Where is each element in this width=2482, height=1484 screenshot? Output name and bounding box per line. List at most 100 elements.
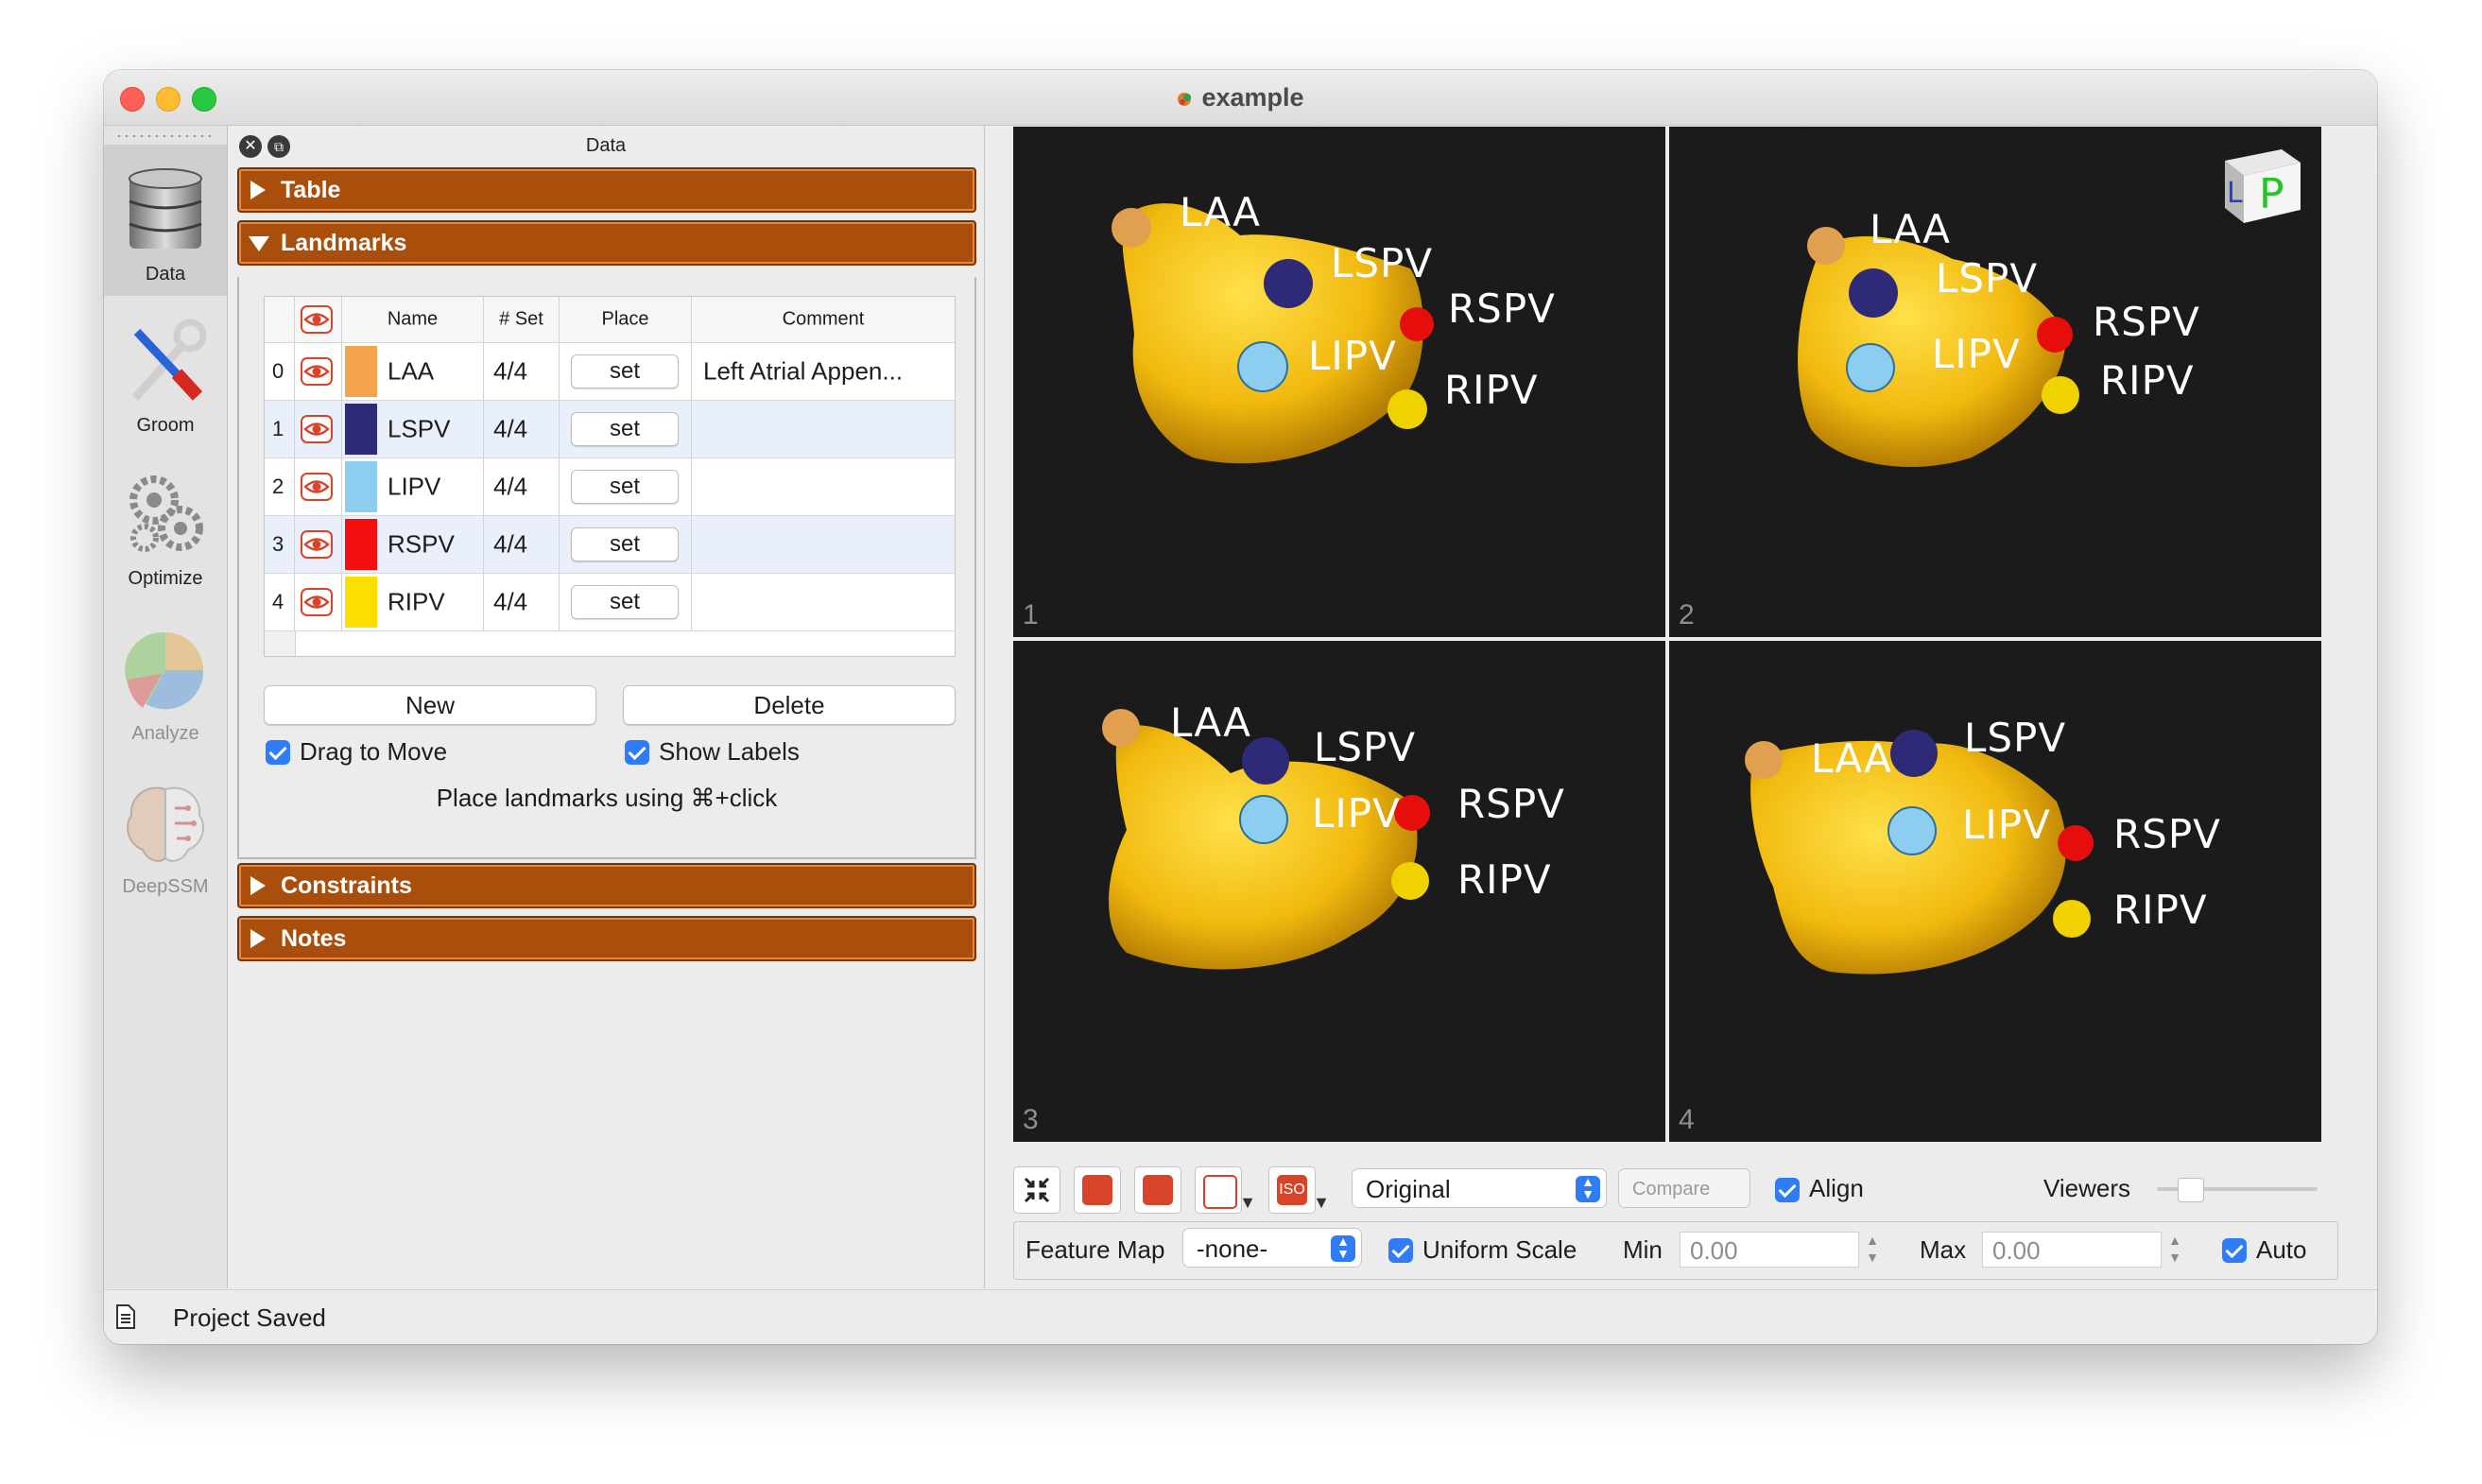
eye-icon — [1203, 1175, 1237, 1209]
viewer-4[interactable]: LAA LSPV RSPV LIPV RIPV 4 — [1669, 641, 2321, 1142]
visibility-header[interactable] — [295, 297, 342, 342]
table-row[interactable]: 2 LIPV 4/4 set — [265, 458, 955, 516]
feature-map-value: -none- — [1197, 1234, 1268, 1263]
auto-checkbox[interactable] — [2222, 1238, 2247, 1263]
eye-icon — [301, 305, 333, 334]
show-labels-checkbox[interactable] — [625, 740, 649, 765]
landmark-ripv-marker — [2042, 376, 2079, 414]
name-cell[interactable]: LIPV — [342, 458, 484, 515]
document-icon[interactable] — [115, 1303, 136, 1330]
landmark-lipv-marker — [1887, 806, 1937, 855]
name-cell[interactable]: RIPV — [342, 574, 484, 630]
viewers-slider-handle[interactable] — [2178, 1178, 2204, 1202]
color-swatch[interactable] — [345, 461, 377, 512]
viewer-index: 1 — [1023, 599, 1039, 630]
drag-to-move-checkbox[interactable] — [266, 740, 290, 765]
delete-landmark-button[interactable]: Delete — [623, 685, 956, 725]
place-set-button[interactable]: set — [571, 354, 679, 388]
place-set-button[interactable]: set — [571, 527, 679, 561]
comment-header[interactable]: Comment — [692, 297, 955, 342]
viewer-grid[interactable]: LAA LSPV RSPV LIPV RIPV 1 LAA LSPV RSPV … — [1013, 127, 2336, 1166]
visibility-cell[interactable] — [295, 516, 342, 573]
max-spinner-icon[interactable]: ▲ ▼ — [2165, 1232, 2184, 1268]
name-cell[interactable]: LAA — [342, 343, 484, 400]
color-swatch[interactable] — [345, 404, 377, 455]
color-swatch[interactable] — [345, 519, 377, 570]
uniform-scale-checkbox[interactable] — [1388, 1238, 1413, 1263]
name-cell[interactable]: LSPV — [342, 401, 484, 457]
new-landmark-button[interactable]: New — [264, 685, 596, 725]
place-header[interactable]: Place — [560, 297, 692, 342]
align-checkbox[interactable] — [1775, 1178, 1800, 1202]
module-data[interactable]: Data — [104, 145, 227, 296]
max-value-field[interactable]: 0.00 — [1982, 1232, 2162, 1268]
uniform-scale-label: Uniform Scale — [1422, 1235, 1577, 1264]
section-landmarks[interactable]: Landmarks — [237, 220, 976, 266]
comment-cell[interactable]: Left Atrial Appen... — [692, 343, 955, 400]
min-spinner-icon[interactable]: ▲ ▼ — [1863, 1232, 1882, 1268]
visibility-cell[interactable] — [295, 401, 342, 457]
place-set-button[interactable]: set — [571, 412, 679, 446]
feature-map-select[interactable]: -none- ▲ ▼ — [1182, 1228, 1362, 1268]
visibility-cell[interactable] — [295, 574, 342, 630]
section-notes[interactable]: Notes — [237, 916, 976, 961]
visibility-menu-button[interactable]: ▼ — [1195, 1166, 1256, 1214]
title-bar: example — [104, 70, 2377, 126]
table-row[interactable]: 0 LAA 4/4 set Left Atrial Appen... — [265, 343, 955, 401]
color-swatch[interactable] — [345, 577, 377, 628]
visibility-cell[interactable] — [295, 458, 342, 515]
display-mode-select[interactable]: Original ▲ ▼ — [1352, 1168, 1607, 1208]
compare-button[interactable]: Compare — [1618, 1168, 1750, 1208]
table-row[interactable]: 4 RIPV 4/4 set — [265, 574, 955, 631]
show-glyphs-button[interactable] — [1134, 1166, 1181, 1214]
row-index: 4 — [265, 574, 295, 630]
comment-cell[interactable] — [692, 574, 955, 630]
camera-icon — [1082, 1175, 1112, 1205]
viewer-3[interactable]: LAA LSPV RSPV LIPV RIPV 3 — [1013, 641, 1665, 1142]
orientation-letter-l: L — [2227, 177, 2243, 210]
place-cell: set — [560, 401, 692, 457]
landmark-label: LSPV — [1331, 240, 1434, 286]
module-deepssm[interactable]: DeepSSM — [104, 757, 227, 908]
name-header[interactable]: Name — [342, 297, 484, 342]
place-set-button[interactable]: set — [571, 585, 679, 619]
table-row[interactable]: 3 RSPV 4/4 set — [265, 516, 955, 574]
comment-cell[interactable] — [692, 458, 955, 515]
landmark-lspv-marker — [1264, 259, 1313, 308]
sync-camera-button[interactable] — [1074, 1166, 1121, 1214]
dock-title: Data — [585, 135, 627, 156]
show-labels-label: Show Labels — [659, 737, 800, 766]
landmarks-table[interactable]: Name # Set Place Comment 0 LAA 4/4 set L… — [264, 296, 956, 657]
section-constraints[interactable]: Constraints — [237, 863, 976, 908]
row-index: 1 — [265, 401, 295, 457]
module-label: Data — [145, 264, 186, 285]
color-swatch[interactable] — [345, 346, 377, 397]
landmark-lspv-marker — [1890, 730, 1938, 777]
compare-label: Compare — [1632, 1179, 1711, 1199]
viewers-slider[interactable] — [2157, 1178, 2318, 1202]
place-set-button[interactable]: set — [571, 470, 679, 504]
comment-cell[interactable] — [692, 516, 955, 573]
viewer-2[interactable]: LAA LSPV RSPV LIPV RIPV L P 2 — [1669, 127, 2321, 637]
min-value-field[interactable]: 0.00 — [1680, 1232, 1859, 1268]
module-groom[interactable]: Groom — [104, 296, 227, 447]
row-index-text: 0 — [272, 359, 284, 383]
feature-map-label: Feature Map — [1026, 1235, 1165, 1264]
set-header[interactable]: # Set — [484, 297, 560, 342]
viewer-1[interactable]: LAA LSPV RSPV LIPV RIPV 1 — [1013, 127, 1665, 637]
name-cell[interactable]: RSPV — [342, 516, 484, 573]
visibility-cell[interactable] — [295, 343, 342, 400]
comment-cell[interactable] — [692, 401, 955, 457]
autoview-button[interactable] — [1013, 1166, 1060, 1214]
toolbar-grip[interactable] — [115, 133, 214, 139]
module-optimize[interactable]: Optimize — [104, 449, 227, 600]
display-mode-value: Original — [1366, 1175, 1451, 1203]
iso-text: ISO — [1279, 1182, 1305, 1198]
window-title-text: example — [1201, 83, 1304, 112]
align-label: Align — [1809, 1174, 1864, 1202]
section-table[interactable]: Table — [237, 167, 976, 213]
iso-surface-button[interactable]: ISO ▼ — [1268, 1166, 1330, 1214]
orientation-cube-icon[interactable]: L P — [2215, 140, 2306, 231]
module-analyze[interactable]: Analyze — [104, 604, 227, 755]
table-row[interactable]: 1 LSPV 4/4 set — [265, 401, 955, 458]
